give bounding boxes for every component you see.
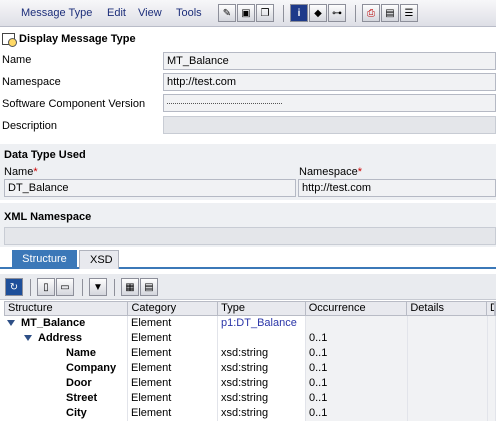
row-details (408, 406, 488, 421)
name-field[interactable]: MT_Balance (163, 52, 496, 70)
dt-name-field[interactable]: DT_Balance (4, 179, 296, 197)
tree-node[interactable]: Door (4, 376, 128, 391)
xml-namespace-title: XML Namespace (4, 211, 92, 223)
menu-tools[interactable]: Tools (176, 7, 202, 19)
table-icon[interactable]: ▦ (121, 278, 139, 296)
tab-structure[interactable]: Structure (12, 250, 77, 269)
expand-icon[interactable] (24, 335, 32, 342)
xml-namespace-field[interactable] (4, 227, 496, 245)
namespace-label: Namespace (2, 76, 61, 88)
tree-node[interactable]: Street (4, 391, 128, 406)
swcv-label: Software Component Version (2, 98, 146, 110)
row-type: xsd:string (218, 391, 306, 406)
row-category: Element (128, 346, 218, 361)
row-occurrence: 0..1 (306, 346, 408, 361)
row-type: xsd:string (218, 376, 306, 391)
row-category: Element (128, 316, 218, 331)
col-category[interactable]: Category (128, 302, 219, 315)
row-type (218, 331, 306, 346)
row-occurrence: 0..1 (306, 376, 408, 391)
row-occurrence (306, 316, 408, 331)
tree-node[interactable]: Address (4, 331, 128, 346)
row-details (408, 316, 488, 331)
tree-icon[interactable]: ⊶ (328, 4, 346, 22)
message-type-icon (2, 32, 17, 47)
page-title: Display Message Type (19, 32, 136, 45)
menu-message-type[interactable]: Message Type (21, 7, 92, 19)
row-details (408, 391, 488, 406)
tree-node[interactable]: City (4, 406, 128, 421)
col-occurrence[interactable]: Occurrence (306, 302, 408, 315)
col-type[interactable]: Type (218, 302, 306, 315)
row-details (408, 361, 488, 376)
dt-namespace-field[interactable]: http://test.com (298, 179, 496, 197)
table-row[interactable]: Street Element xsd:string 0..1 (4, 391, 496, 406)
help-icon[interactable]: ☰ (400, 4, 418, 22)
name-label: Name (2, 54, 32, 66)
row-category: Element (128, 376, 218, 391)
row-category: Element (128, 331, 218, 346)
row-occurrence: 0..1 (306, 361, 408, 376)
table-row[interactable]: Door Element xsd:string 0..1 (4, 376, 496, 391)
print-icon[interactable]: ⎙ (362, 4, 380, 22)
row-occurrence: 0..1 (306, 406, 408, 421)
table-row[interactable]: Company Element xsd:string 0..1 (4, 361, 496, 376)
description-field[interactable] (163, 116, 496, 134)
save-icon[interactable]: ▣ (237, 4, 255, 22)
details-icon[interactable]: ▤ (140, 278, 158, 296)
tree-node[interactable]: MT_Balance (4, 316, 128, 331)
description-label: Description (2, 120, 58, 132)
col-details[interactable]: Details (407, 302, 487, 315)
tree-toolbar: ↻ ▯ ▭ ▼ ▦ ▤ (0, 274, 496, 300)
swcv-redacted (167, 103, 282, 106)
col-structure[interactable]: Structure (5, 302, 129, 315)
table-row[interactable]: Name Element xsd:string 0..1 (4, 346, 496, 361)
table-row[interactable]: Address Element 0..1 (4, 331, 496, 346)
row-category: Element (128, 391, 218, 406)
menu-view[interactable]: View (138, 7, 162, 19)
tab-xsd[interactable]: XSD (79, 250, 119, 269)
table-row[interactable]: City Element xsd:string 0..1 (4, 406, 496, 421)
row-category: Element (128, 361, 218, 376)
row-details (408, 331, 488, 346)
tab-strip: Structure XSD (0, 250, 496, 269)
row-type: xsd:string (218, 361, 306, 376)
tree-node[interactable]: Company (4, 361, 128, 376)
filter-icon[interactable]: ▼ (89, 278, 107, 296)
data-type-title: Data Type Used (4, 149, 86, 161)
object-icon[interactable]: ◆ (309, 4, 327, 22)
copy-icon[interactable]: ❐ (256, 4, 274, 22)
row-details (408, 346, 488, 361)
refresh-icon[interactable]: ↻ (5, 278, 23, 296)
tree-node[interactable]: Name (4, 346, 128, 361)
row-details (408, 376, 488, 391)
table-row[interactable]: MT_Balance Element p1:DT_Balance (4, 316, 496, 331)
row-type: xsd:string (218, 346, 306, 361)
namespace-field[interactable]: http://test.com (163, 73, 496, 91)
row-type: xsd:string (218, 406, 306, 421)
dt-name-label: Name* (4, 166, 38, 178)
row-type[interactable]: p1:DT_Balance (218, 316, 306, 331)
expand-icon[interactable] (7, 320, 15, 327)
menu-bar: Message Type Edit View Tools ✎ ▣ ❐ i ◆ ⊶… (0, 0, 496, 27)
display-icon[interactable]: ▤ (381, 4, 399, 22)
open-icon[interactable]: ▭ (56, 278, 74, 296)
new-icon[interactable]: ▯ (37, 278, 55, 296)
swcv-field[interactable] (163, 94, 496, 112)
row-occurrence: 0..1 (306, 331, 408, 346)
tree-header: Structure Category Type Occurrence Detai… (4, 301, 496, 316)
info-icon[interactable]: i (290, 4, 308, 22)
pencil-icon[interactable]: ✎ (218, 4, 236, 22)
row-category: Element (128, 406, 218, 421)
col-d[interactable]: D (487, 302, 495, 315)
page-title-row: Display Message Type (0, 30, 496, 47)
menu-edit[interactable]: Edit (107, 7, 126, 19)
structure-tree: Structure Category Type Occurrence Detai… (4, 301, 496, 421)
row-occurrence: 0..1 (306, 391, 408, 406)
dt-namespace-label: Namespace* (299, 166, 362, 178)
